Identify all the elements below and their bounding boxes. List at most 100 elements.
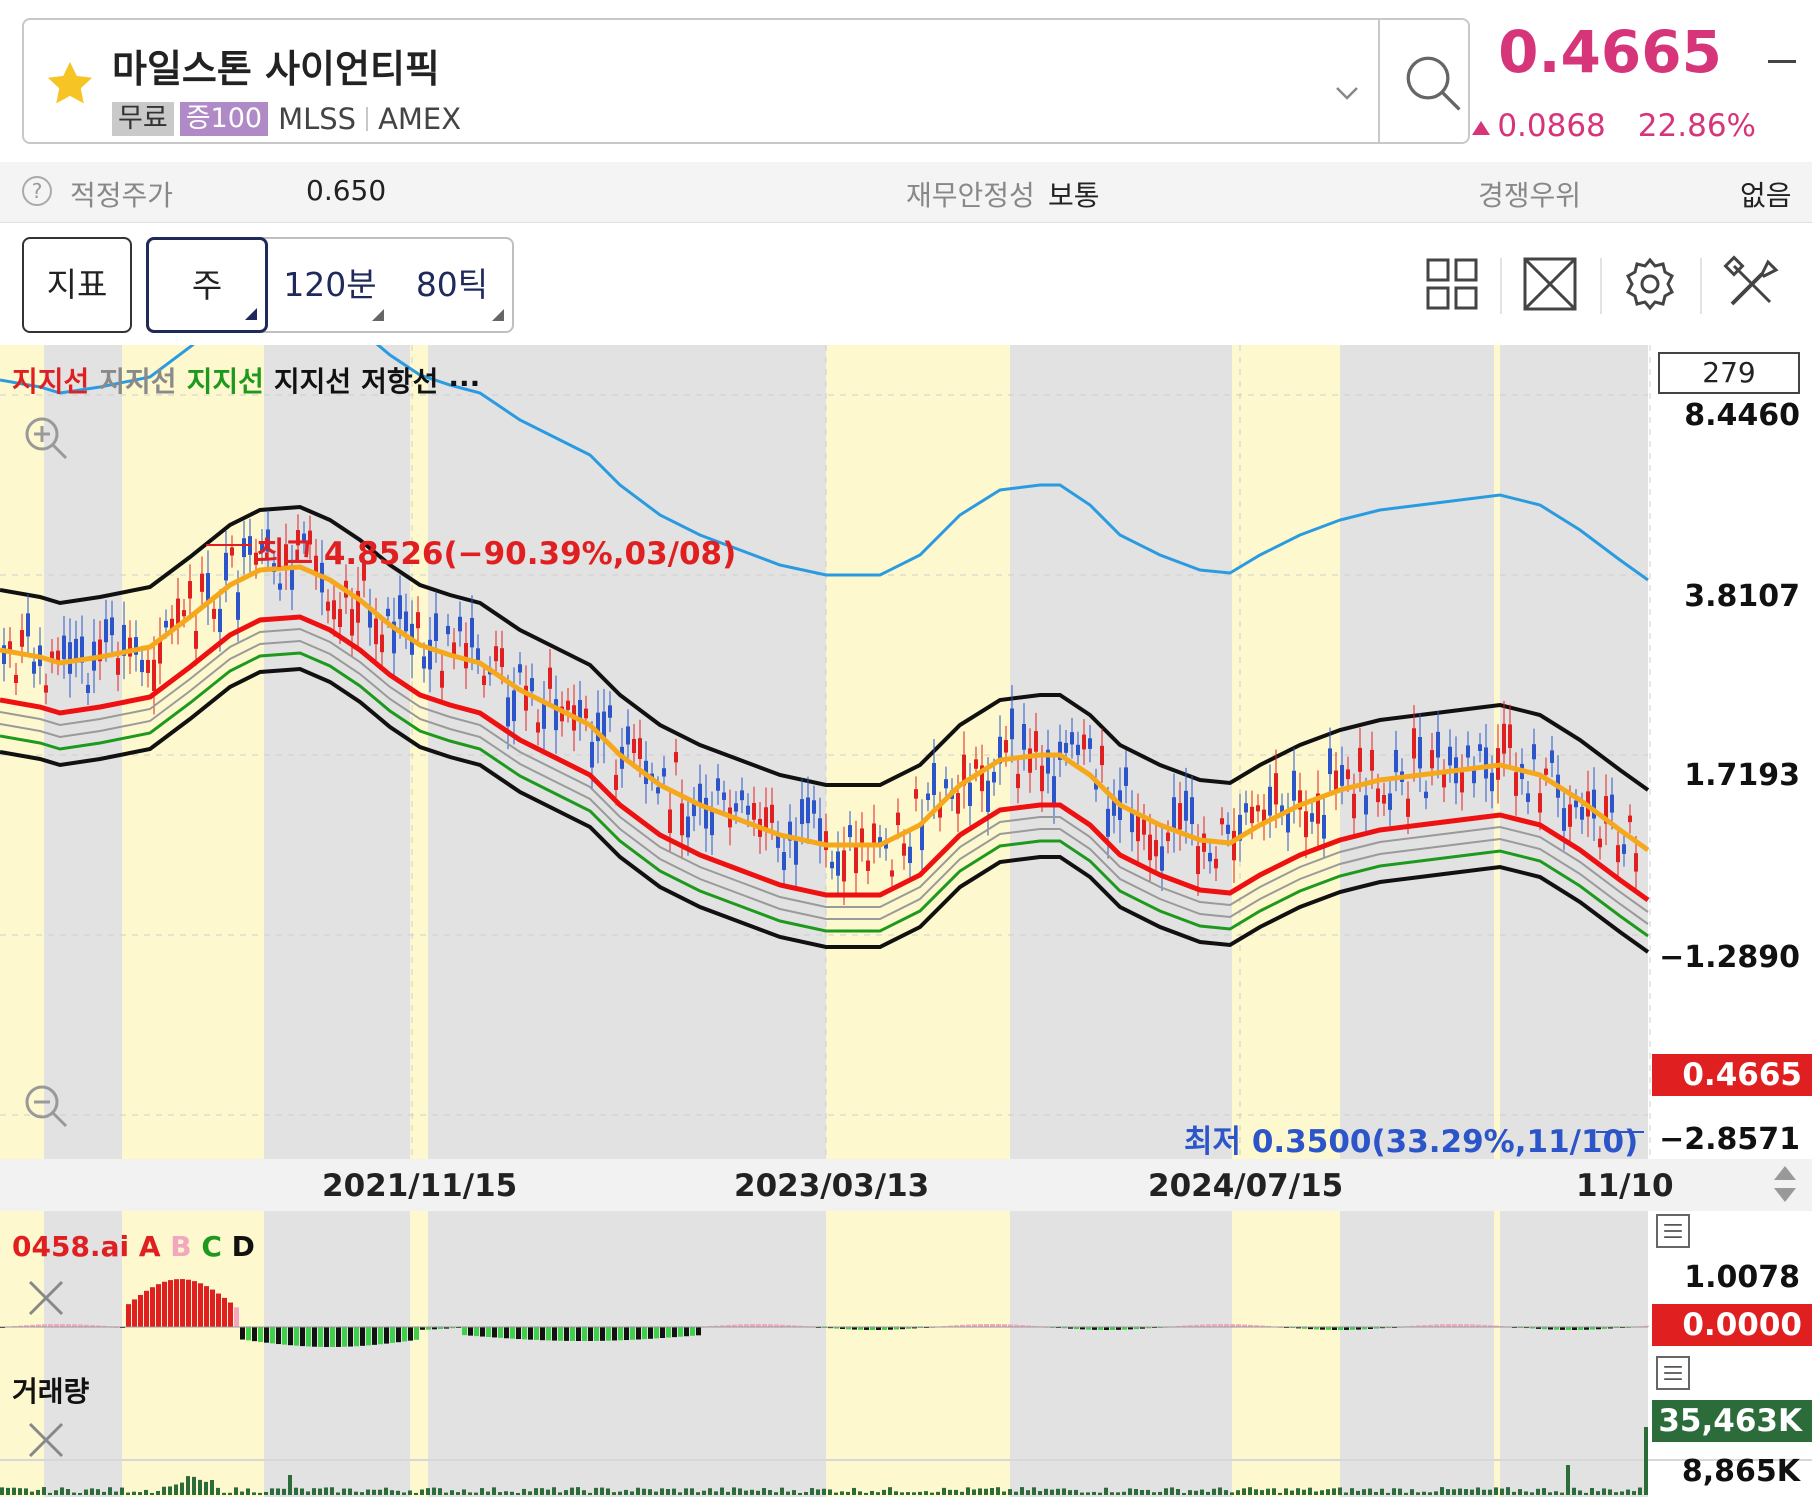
candle-body <box>1286 811 1290 833</box>
star-icon[interactable] <box>42 56 98 112</box>
volume-bar <box>1104 1487 1108 1495</box>
volume-bar <box>390 1490 394 1495</box>
fullscreen-icon[interactable] <box>1520 254 1580 314</box>
oscillator-title: 0458.ai <box>12 1230 130 1263</box>
stability-value: 보통 <box>1048 179 1100 212</box>
tools-icon[interactable] <box>1722 254 1782 314</box>
oscillator-bar <box>564 1327 569 1341</box>
oscillator-bar <box>210 1289 215 1327</box>
candle-body <box>1322 815 1326 839</box>
candle-body <box>1406 798 1410 817</box>
volume-bar <box>750 1489 754 1495</box>
volume-bar <box>996 1487 1000 1495</box>
candle-count-badge[interactable]: 279 <box>1658 352 1800 394</box>
volume-bar <box>576 1487 580 1495</box>
volume-bar <box>486 1491 490 1495</box>
search-icon[interactable] <box>1400 50 1466 116</box>
candle-body <box>524 685 528 711</box>
oscillator-bar <box>546 1327 551 1341</box>
legend-more[interactable]: ... <box>448 360 480 400</box>
candle-body <box>1154 840 1158 857</box>
volume-bar <box>1140 1490 1144 1495</box>
zoom-in-icon[interactable] <box>22 414 70 462</box>
volume-bar <box>330 1487 334 1495</box>
volume-title: 거래량 <box>12 1375 90 1408</box>
volume-bar <box>1206 1491 1210 1495</box>
volume-bar <box>1416 1492 1420 1495</box>
volume-bar <box>534 1488 538 1495</box>
volume-bar <box>1338 1487 1342 1495</box>
volume-bar <box>312 1488 316 1495</box>
candle-body <box>1304 811 1308 838</box>
period-week-tab[interactable]: 주 <box>146 237 268 333</box>
volume-bar <box>792 1490 796 1495</box>
candle-body <box>104 619 108 643</box>
oscillator-bar <box>642 1327 647 1340</box>
oscillator-bar <box>396 1327 401 1343</box>
candle-body <box>1124 767 1128 786</box>
indicator-button[interactable]: 지표 <box>22 237 132 333</box>
candle-body <box>188 581 192 599</box>
candle-body <box>848 825 852 838</box>
volume-bar <box>1074 1489 1078 1495</box>
candle-body <box>800 799 804 825</box>
volume-bar <box>1284 1488 1288 1495</box>
candle-body <box>176 598 180 624</box>
oscillator-bar <box>228 1302 233 1327</box>
candle-body <box>1022 723 1026 750</box>
volume-bar <box>612 1492 616 1495</box>
oscillator-bar <box>636 1327 641 1340</box>
volume-bar <box>1392 1488 1396 1495</box>
panel-menu-icon[interactable] <box>1656 1356 1690 1390</box>
oscillator-bar <box>408 1327 413 1341</box>
period-120min-tab[interactable]: 120분 <box>268 239 392 331</box>
volume-bar <box>156 1490 160 1495</box>
candle-body <box>668 809 672 833</box>
settings-gear-icon[interactable] <box>1620 254 1680 314</box>
candle-body <box>224 552 228 581</box>
volume-bar <box>786 1491 790 1495</box>
volume-bar <box>210 1480 214 1495</box>
grid-layout-icon[interactable] <box>1422 254 1482 314</box>
candle-body <box>944 779 948 789</box>
volume-bar <box>342 1488 346 1495</box>
candle-body <box>482 675 486 685</box>
volume-bar <box>246 1488 250 1495</box>
volume-bar <box>798 1492 802 1495</box>
candle-body <box>416 612 420 629</box>
volume-bar <box>162 1486 166 1495</box>
oscillator-bar <box>630 1327 635 1340</box>
oscillator-bar <box>192 1281 197 1327</box>
volume-bar <box>588 1492 592 1495</box>
stock-search-box[interactable]: 마일스톤 사이언티픽 무료 증100 MLSS AMEX <box>22 18 1470 144</box>
oscillator-bar <box>486 1327 491 1338</box>
panel-menu-icon[interactable] <box>1656 1214 1690 1248</box>
oscillator-bar <box>186 1279 191 1327</box>
minimize-dash[interactable] <box>1768 60 1796 63</box>
candle-body <box>866 860 870 871</box>
candle-body <box>1232 830 1236 861</box>
candle-body <box>1514 772 1518 796</box>
volume-bar <box>372 1489 376 1495</box>
volume-bar <box>324 1487 328 1495</box>
help-icon[interactable]: ? <box>22 176 52 206</box>
candle-body <box>734 803 738 812</box>
candle-body <box>152 659 156 691</box>
zoom-out-icon[interactable] <box>22 1082 70 1130</box>
chevron-down-icon[interactable] <box>1332 78 1362 108</box>
volume-bar <box>804 1491 808 1495</box>
volume-bar <box>672 1488 676 1495</box>
volume-bar <box>444 1492 448 1495</box>
volume-bar <box>1086 1492 1090 1495</box>
candle-body <box>806 797 810 824</box>
candle-body <box>1196 846 1200 875</box>
price-chart-canvas[interactable] <box>0 345 1812 1497</box>
period-selector: 주 120분 80틱 <box>146 237 514 333</box>
scroll-arrows-icon[interactable] <box>1770 1162 1800 1206</box>
close-icon[interactable] <box>26 1420 66 1460</box>
oscillator-bar <box>360 1327 365 1346</box>
period-80tick-tab[interactable]: 80틱 <box>392 239 512 331</box>
candle-body <box>62 635 66 660</box>
candle-body <box>1106 808 1110 837</box>
close-icon[interactable] <box>26 1278 66 1318</box>
